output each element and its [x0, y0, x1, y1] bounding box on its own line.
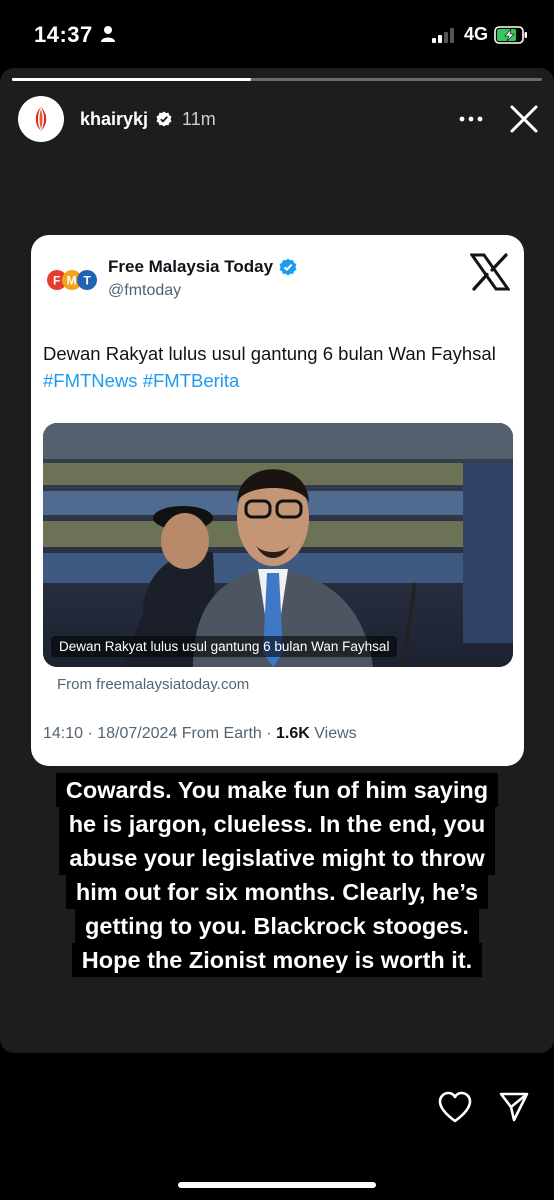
- svg-text:M: M: [67, 274, 77, 288]
- caption-line: Cowards. You make fun of him saying: [55, 773, 499, 807]
- tweet-body-text: Dewan Rakyat lulus usul gantung 6 bulan …: [43, 343, 496, 364]
- story-actions-bar: [0, 1053, 554, 1200]
- story-caption: Cowards. You make fun of him saying he i…: [0, 773, 554, 977]
- status-indicators: 4G: [431, 24, 528, 45]
- avatar[interactable]: [18, 96, 64, 142]
- story-username[interactable]: khairykj: [80, 109, 148, 130]
- status-time: 14:37: [34, 22, 93, 47]
- send-icon[interactable]: [498, 1091, 530, 1123]
- tweet-card[interactable]: F M T Free Malaysia Today @fmtoday Dewan…: [31, 235, 524, 766]
- views-label: Views: [309, 725, 357, 742]
- battery-charging-icon: [494, 25, 527, 44]
- tweet-author-handle: @fmtoday: [108, 282, 182, 299]
- caption-line: him out for six months. Clearly, he’s: [65, 875, 489, 909]
- tweet-media-image[interactable]: Dewan Rakyat lulus usul gantung 6 bulan …: [43, 423, 513, 667]
- views-count: 1.6K: [276, 725, 310, 742]
- svg-text:F: F: [53, 274, 60, 288]
- caption-line: he is jargon, clueless. In the end, you: [58, 807, 496, 841]
- story-header: khairykj 11m: [18, 96, 540, 142]
- fmt-logo: F M T: [47, 270, 97, 290]
- home-indicator[interactable]: [178, 1182, 376, 1188]
- story-view[interactable]: khairykj 11m F M T Free Malaysia Today @…: [0, 68, 554, 1053]
- caption-line: abuse your legislative might to throw: [59, 841, 495, 875]
- link-source[interactable]: From freemalaysiatoday.com: [57, 676, 249, 693]
- more-dots-icon: [459, 116, 483, 122]
- signal-strength-icon: [431, 27, 454, 43]
- svg-text:T: T: [84, 274, 92, 288]
- heart-icon[interactable]: [438, 1091, 472, 1125]
- caption-line: Hope the Zionist money is worth it.: [71, 943, 483, 977]
- parliament-photo: [43, 423, 513, 667]
- story-time-ago: 11m: [182, 108, 216, 129]
- author-name-text: Free Malaysia Today: [108, 257, 274, 276]
- tweet-meta: 14:10 · 18/07/2024 From Earth · 1.6K Vie…: [43, 725, 357, 743]
- tweet-hashtags[interactable]: #FMTNews #FMTBerita: [43, 370, 239, 391]
- story-progress-bar: [12, 78, 542, 81]
- tweet-author-name: Free Malaysia Today: [108, 257, 297, 277]
- close-icon[interactable]: [508, 103, 540, 135]
- network-type: 4G: [463, 24, 488, 44]
- story-progress-fill: [12, 78, 251, 81]
- tweet-timestamp: 14:10 · 18/07/2024 From Earth ·: [43, 725, 277, 742]
- caption-line: getting to you. Blackrock stooges.: [75, 909, 479, 943]
- more-options-button[interactable]: [456, 104, 486, 134]
- tweet-body: Dewan Rakyat lulus usul gantung 6 bulan …: [43, 340, 513, 394]
- verified-badge-icon: [156, 111, 172, 127]
- avatar-logo-icon: [35, 107, 47, 131]
- status-bar: 14:37 4G: [0, 0, 554, 68]
- person-icon: [101, 26, 115, 42]
- x-logo-icon: [470, 253, 510, 291]
- verified-badge-icon: [279, 258, 297, 276]
- media-caption: Dewan Rakyat lulus usul gantung 6 bulan …: [51, 636, 398, 657]
